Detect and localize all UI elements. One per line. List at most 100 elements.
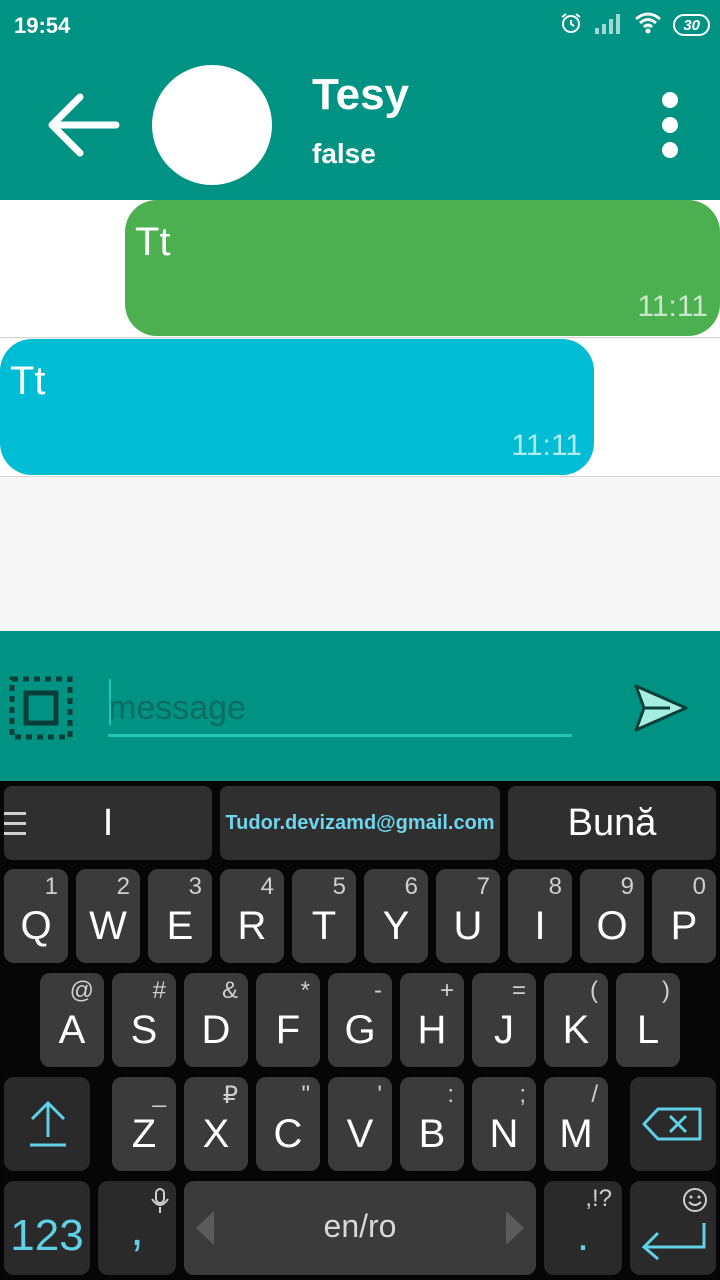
more-vert-icon: [662, 92, 678, 158]
suggestion-item[interactable]: Bună: [508, 786, 716, 860]
key-c[interactable]: " C: [256, 1077, 320, 1171]
key-label: V: [346, 1112, 374, 1156]
alarm-icon: [559, 11, 583, 40]
key-hint: #: [152, 977, 166, 1004]
key-u[interactable]: 7U: [436, 869, 500, 963]
key-hint: &: [221, 977, 238, 1004]
chat-screen: 19:54 30 Tesy false Tt 11:11 Tt 11:11 me…: [0, 0, 720, 1280]
key-o[interactable]: 9O: [580, 869, 644, 963]
comma-key-label: ,: [130, 1203, 144, 1256]
send-icon: [634, 684, 688, 732]
key-label: K: [562, 1008, 590, 1052]
message-row: Tt 11:11: [0, 339, 720, 477]
key-label: T: [311, 904, 337, 948]
key-label: D: [201, 1008, 231, 1052]
key-hint: (: [590, 977, 598, 1004]
key-m[interactable]: / M: [544, 1077, 608, 1171]
message-input[interactable]: [108, 683, 572, 737]
key-label: N: [489, 1112, 519, 1156]
symbols-key-label: 123: [10, 1211, 84, 1260]
key-hint: +: [439, 977, 454, 1004]
message-list: Tt 11:11 Tt 11:11: [0, 200, 720, 631]
key-k[interactable]: (K: [544, 973, 608, 1067]
shift-arrow-icon: [30, 1100, 66, 1147]
shift-key[interactable]: [4, 1077, 90, 1171]
key-label: I: [534, 904, 546, 948]
key-d[interactable]: & D: [184, 973, 248, 1067]
suggestion-item[interactable]: I: [4, 786, 212, 860]
key-hint: 6: [404, 873, 418, 900]
key-hint: *: [300, 977, 310, 1004]
overflow-menu-button[interactable]: [650, 90, 690, 160]
key-label: G: [344, 1008, 376, 1052]
key-a[interactable]: @ A: [40, 973, 104, 1067]
status-time: 19:54: [14, 13, 71, 38]
back-button[interactable]: [40, 85, 124, 165]
text-caret: [109, 679, 111, 725]
key-hint: 2: [116, 873, 130, 900]
key-hint: 8: [548, 873, 562, 900]
attach-button[interactable]: [8, 675, 74, 741]
backspace-icon: [642, 1107, 702, 1141]
comma-key[interactable]: ,: [98, 1181, 176, 1275]
key-b[interactable]: :B: [400, 1077, 464, 1171]
smiley-icon: [683, 1188, 707, 1212]
backspace-key[interactable]: [630, 1077, 716, 1171]
key-hint: 9: [620, 873, 634, 900]
key-label: C: [273, 1112, 303, 1156]
key-s[interactable]: # S: [112, 973, 176, 1067]
key-hint: ;: [519, 1081, 526, 1108]
key-label: P: [670, 904, 698, 948]
message-row: Tt 11:11: [0, 200, 720, 338]
key-y[interactable]: 6Y: [364, 869, 428, 963]
key-label: O: [596, 904, 628, 948]
key-v[interactable]: ' V: [328, 1077, 392, 1171]
contact-status: false: [312, 138, 376, 169]
key-q[interactable]: 1Q: [4, 869, 68, 963]
arrow-right-icon: [506, 1211, 524, 1245]
symbols-key[interactable]: 123: [4, 1181, 90, 1275]
key-label: Y: [382, 904, 410, 948]
key-hint: _: [152, 1081, 166, 1108]
key-hint: ): [662, 977, 670, 1004]
suggestion-item[interactable]: Tudor.devizamd@gmail.com: [220, 786, 500, 860]
period-key-hint: ,!?: [585, 1185, 612, 1212]
select-frame-icon: [9, 676, 73, 740]
key-label: W: [89, 904, 127, 948]
incoming-message-bubble[interactable]: Tt 11:11: [0, 339, 594, 475]
status-bar: 19:54 30: [0, 0, 720, 50]
enter-arrow-icon: [641, 1223, 706, 1261]
enter-key[interactable]: [630, 1181, 716, 1275]
key-w[interactable]: 2W: [76, 869, 140, 963]
key-j[interactable]: = J: [472, 973, 536, 1067]
key-i[interactable]: 8I: [508, 869, 572, 963]
message-time: 11:11: [637, 290, 708, 323]
key-hint: -: [374, 977, 382, 1004]
key-l[interactable]: ) L: [616, 973, 680, 1067]
key-g[interactable]: -G: [328, 973, 392, 1067]
space-key[interactable]: en/ro: [184, 1181, 536, 1275]
key-h[interactable]: + H: [400, 973, 464, 1067]
period-key[interactable]: ,!? .: [544, 1181, 622, 1275]
key-f[interactable]: * F: [256, 973, 320, 1067]
wifi-icon: [633, 11, 663, 40]
avatar[interactable]: [152, 65, 272, 185]
key-label: J: [494, 1008, 514, 1052]
key-e[interactable]: 3E: [148, 869, 212, 963]
battery-icon: 30: [673, 14, 710, 36]
key-hint: ': [377, 1081, 382, 1108]
key-r[interactable]: 4R: [220, 869, 284, 963]
key-z[interactable]: _ Z: [112, 1077, 176, 1171]
key-x[interactable]: ₽ X: [184, 1077, 248, 1171]
key-label: U: [453, 904, 483, 948]
key-label: E: [166, 904, 194, 948]
key-hint: /: [591, 1081, 598, 1108]
message-text: Tt: [135, 220, 171, 264]
key-label: A: [58, 1008, 86, 1052]
key-n[interactable]: ; N: [472, 1077, 536, 1171]
key-t[interactable]: 5T: [292, 869, 356, 963]
key-p[interactable]: 0P: [652, 869, 716, 963]
message-composer: [0, 631, 720, 781]
outgoing-message-bubble[interactable]: Tt 11:11: [125, 200, 720, 336]
send-button[interactable]: [630, 678, 690, 738]
